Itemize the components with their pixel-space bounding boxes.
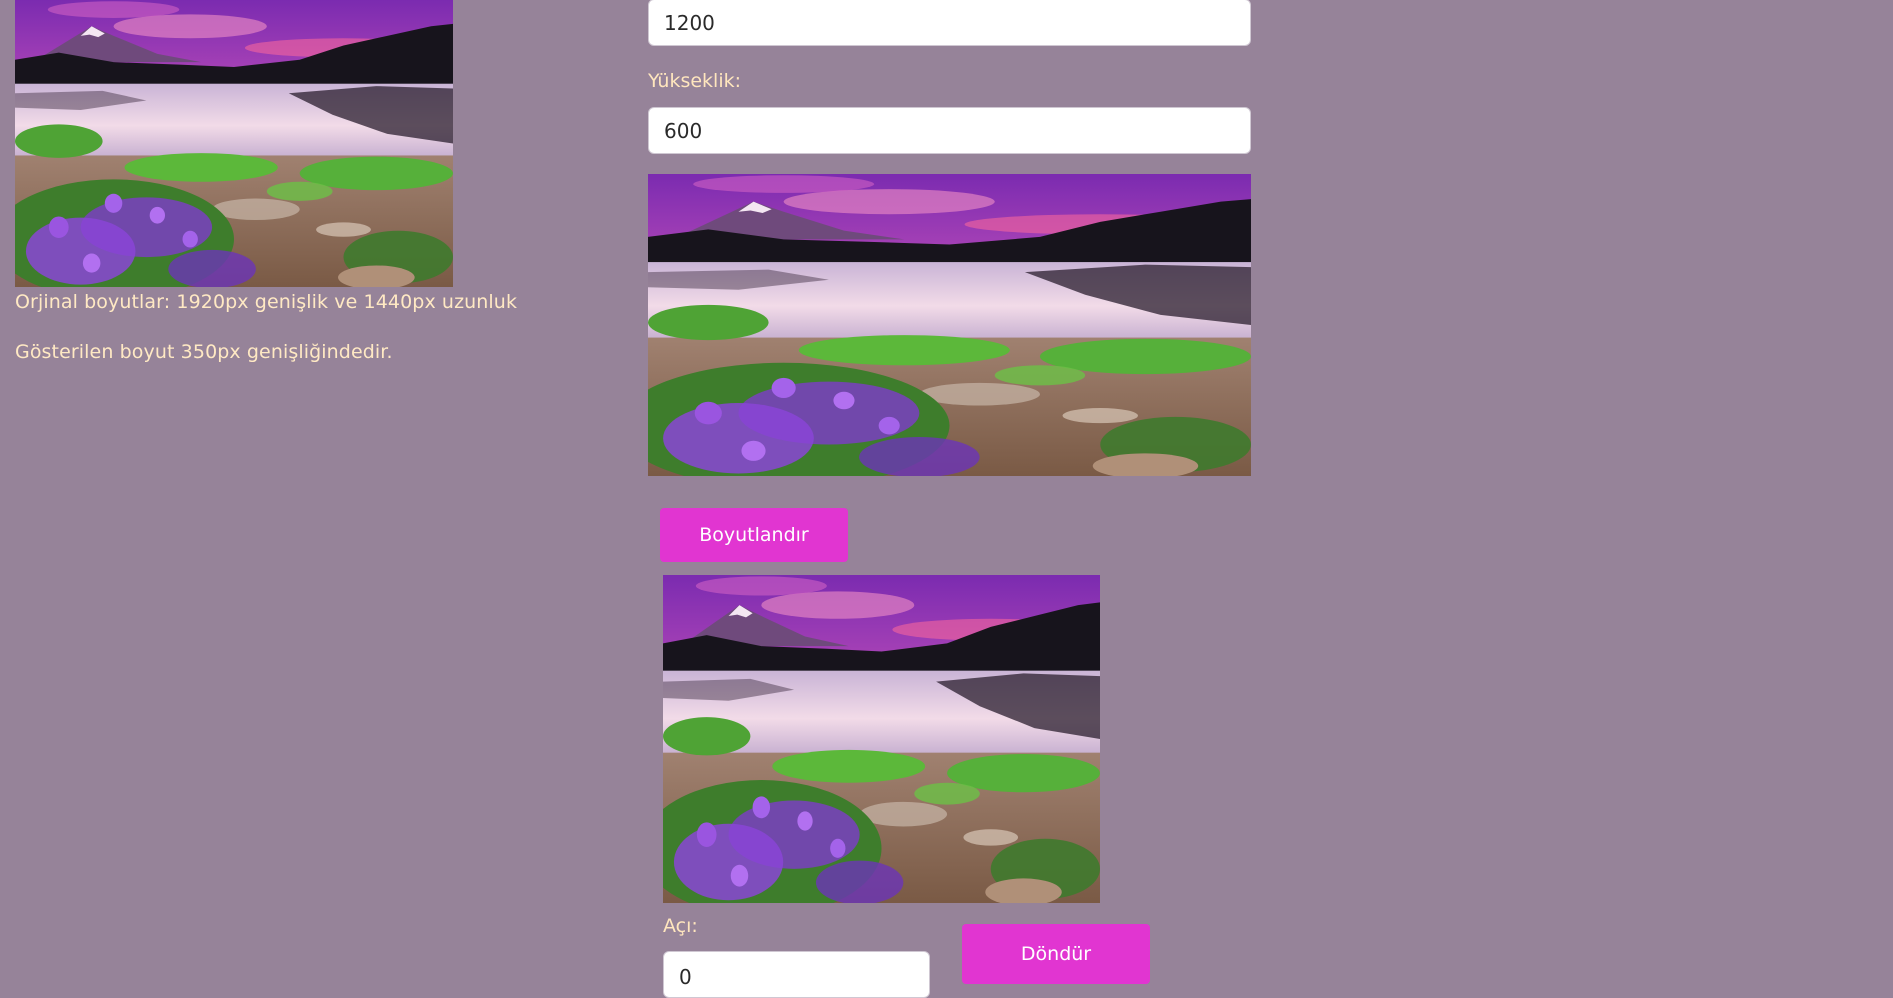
original-image	[15, 0, 453, 287]
rotated-image	[663, 575, 1100, 903]
rotated-image-graphic	[663, 575, 1100, 903]
resize-button[interactable]: Boyutlandır	[660, 508, 848, 562]
original-image-graphic	[15, 0, 453, 287]
angle-label: Açı:	[663, 915, 698, 937]
width-input[interactable]	[648, 0, 1251, 46]
display-size-text: Gösterilen boyut 350px genişliğindedir.	[15, 341, 393, 363]
rotate-button[interactable]: Döndür	[962, 924, 1150, 984]
resized-image	[648, 174, 1251, 476]
height-input[interactable]	[648, 107, 1251, 154]
height-label: Yükseklik:	[648, 70, 742, 92]
original-dimensions-text: Orjinal boyutlar: 1920px genişlik ve 144…	[15, 291, 518, 313]
resized-image-graphic	[648, 174, 1251, 476]
